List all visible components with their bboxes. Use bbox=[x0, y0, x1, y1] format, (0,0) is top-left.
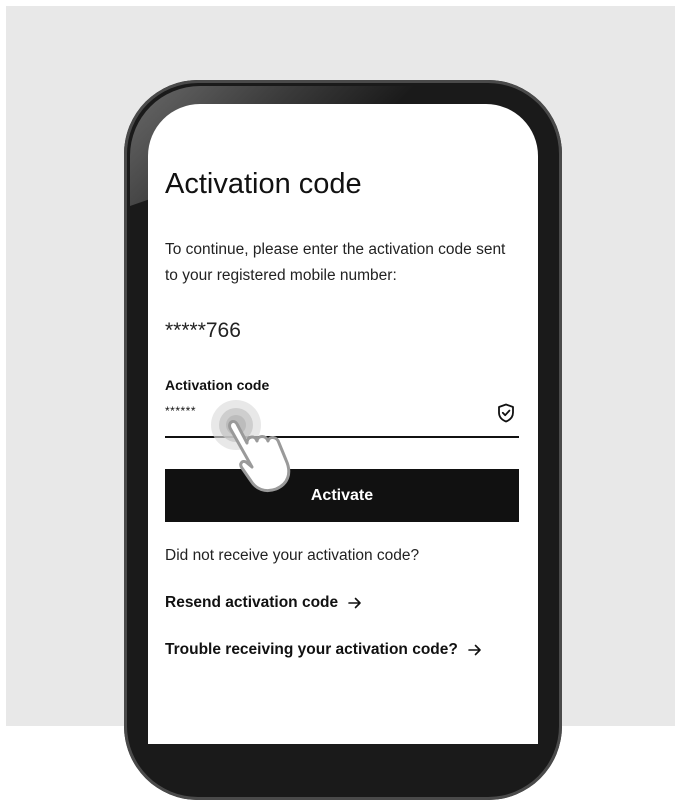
activation-code-value: ****** bbox=[165, 404, 197, 418]
masked-phone-number: *****766 bbox=[165, 319, 241, 342]
arrow-right-icon bbox=[468, 644, 481, 656]
tap-gesture-icon bbox=[211, 400, 291, 493]
page-title: Activation code bbox=[165, 168, 362, 200]
trouble-receiving-link[interactable]: Trouble receiving your activation code? bbox=[165, 641, 482, 659]
shield-check-icon bbox=[498, 403, 514, 423]
instructions-text: To continue, please enter the activation… bbox=[165, 241, 506, 284]
trouble-receiving-label: Trouble receiving your activation code? bbox=[165, 641, 458, 658]
activation-code-label: Activation code bbox=[165, 377, 270, 393]
resend-code-label: Resend activation code bbox=[165, 594, 339, 611]
resend-code-link[interactable]: Resend activation code bbox=[165, 594, 362, 612]
help-text: Did not receive your activation code? bbox=[165, 547, 420, 564]
arrow-right-icon bbox=[348, 597, 361, 609]
